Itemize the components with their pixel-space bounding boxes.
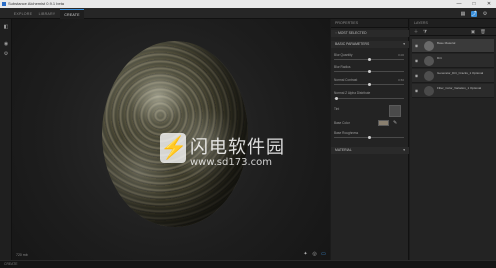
- material-icon[interactable]: ▭: [320, 251, 327, 258]
- param-normal-z-slider[interactable]: [334, 96, 404, 100]
- section-basic-label: BASIC PARAMETERS: [335, 42, 370, 46]
- folder-icon[interactable]: ▣: [470, 29, 476, 35]
- settings-icon[interactable]: ⚙: [3, 51, 9, 57]
- window-title: Substance Alchemist 0.9.1 beta: [8, 1, 65, 6]
- layer-item[interactable]: ◉ Dirt: [412, 54, 494, 68]
- settings-icon[interactable]: ⚙: [482, 11, 488, 17]
- memory-status: 720 mb: [16, 253, 28, 257]
- material-selector[interactable]: ◌ MOST SELECTED: [331, 30, 409, 37]
- param-normal-contrast-value[interactable]: 0.50: [398, 78, 404, 82]
- tab-explore[interactable]: EXPLORE: [12, 9, 34, 19]
- layer-name: Generator_Dirt_Cracks_1 Optional: [437, 71, 484, 75]
- eyedropper-icon[interactable]: ✎: [393, 120, 401, 126]
- minimize-button[interactable]: —: [452, 0, 466, 8]
- base-color-swatch[interactable]: [378, 120, 389, 126]
- base-roughness-label: Base Roughness: [334, 131, 359, 135]
- layer-thumbnail: [424, 71, 434, 81]
- slider-knob[interactable]: [367, 69, 371, 73]
- section-basic-parameters[interactable]: BASIC PARAMETERS ▾: [331, 41, 409, 48]
- chevron-down-icon: ▾: [403, 148, 405, 152]
- maximize-button[interactable]: □: [467, 0, 481, 8]
- top-tab-bar: EXPLORE LIBRARY CREATE ▦ ⤴ ⚙: [0, 8, 496, 19]
- layers-header: LAYERS: [410, 19, 496, 28]
- slider-knob[interactable]: [335, 96, 339, 100]
- section-material-label: MATERIAL: [335, 148, 352, 152]
- watermark-text: 闪电软件园: [190, 137, 285, 158]
- camera-icon[interactable]: ◎: [311, 251, 318, 258]
- 3d-viewport[interactable]: ⚡ 闪电软件园 www.sd173.com 720 mb ✦ ◎ ▭: [12, 19, 330, 260]
- layer-name: Dirt: [437, 56, 442, 60]
- watermark-url: www.sd173.com: [190, 157, 272, 168]
- slider-knob[interactable]: [367, 82, 371, 86]
- layer-thumbnail: [424, 86, 434, 96]
- chevron-down-icon: ▾: [403, 42, 405, 46]
- param-blur-radius-label: Blur Radius: [334, 65, 351, 69]
- section-material[interactable]: MATERIAL ▾: [331, 147, 409, 154]
- eye-icon[interactable]: ◉: [414, 58, 419, 63]
- layer-name: Filter_Color_Variation_1 Optional: [437, 86, 482, 90]
- layer-item[interactable]: ◉ Base Material: [412, 39, 494, 53]
- base-roughness-slider[interactable]: [334, 135, 404, 139]
- param-blur-radius-slider[interactable]: [334, 69, 404, 73]
- tab-create[interactable]: CREATE: [60, 9, 84, 19]
- param-blur-quantity-value[interactable]: 0.00: [398, 53, 404, 57]
- properties-header: PROPERTIES: [331, 19, 408, 28]
- filter-icon[interactable]: ⧩: [422, 29, 428, 35]
- lighting-icon[interactable]: ✦: [302, 251, 309, 258]
- layers-icon[interactable]: ◧: [3, 24, 9, 30]
- delete-icon[interactable]: 🗑: [480, 29, 486, 35]
- app-icon: [2, 2, 6, 6]
- window-titlebar: Substance Alchemist 0.9.1 beta — □ ✕: [0, 0, 496, 8]
- layer-thumbnail: [424, 41, 434, 51]
- watermark: ⚡ 闪电软件园 www.sd173.com: [160, 127, 290, 177]
- layers-panel: LAYERS ＋ ⧩ ▣ 🗑 ◉ Base Material ◉ Dirt ◉ Gener…: [410, 19, 496, 260]
- tint-swatch[interactable]: [389, 105, 401, 117]
- status-bar: CREATE: [0, 260, 496, 268]
- layer-name: Base Material: [437, 41, 456, 45]
- watermark-logo: ⚡: [160, 133, 187, 163]
- library-icon[interactable]: ◉: [3, 41, 9, 47]
- left-toolbar: ◧ ◉ ⚙: [0, 19, 12, 260]
- close-button[interactable]: ✕: [482, 0, 496, 8]
- param-normal-z-label: Normal Z Alpha Distribute: [334, 91, 371, 95]
- param-normal-contrast-slider[interactable]: [334, 82, 404, 86]
- eye-icon[interactable]: ◉: [414, 88, 419, 93]
- layer-thumbnail: [424, 56, 434, 66]
- tab-library[interactable]: LIBRARY: [36, 9, 58, 19]
- slider-knob[interactable]: [367, 135, 371, 139]
- eye-icon[interactable]: ◉: [414, 43, 419, 48]
- layer-item[interactable]: ◉ Generator_Dirt_Cracks_1 Optional: [412, 69, 494, 83]
- param-blur-quantity-slider[interactable]: [334, 57, 404, 61]
- material-selector-label: MOST SELECTED: [337, 31, 367, 35]
- properties-panel: PROPERTIES ◌ MOST SELECTED BASIC PARAMET…: [331, 19, 409, 260]
- slider-knob[interactable]: [367, 57, 371, 61]
- export-icon[interactable]: ⤴: [471, 11, 477, 17]
- param-normal-contrast-label: Normal Contrast: [334, 78, 358, 82]
- grid-icon[interactable]: ▦: [460, 11, 466, 17]
- layer-item[interactable]: ◉ Filter_Color_Variation_1 Optional: [412, 84, 494, 98]
- param-blur-quantity-label: Blur Quantity: [334, 53, 353, 57]
- layers-toolbar: ＋ ⧩ ▣ 🗑: [410, 28, 496, 36]
- eye-icon[interactable]: ◉: [414, 73, 419, 78]
- add-icon[interactable]: ＋: [413, 29, 419, 35]
